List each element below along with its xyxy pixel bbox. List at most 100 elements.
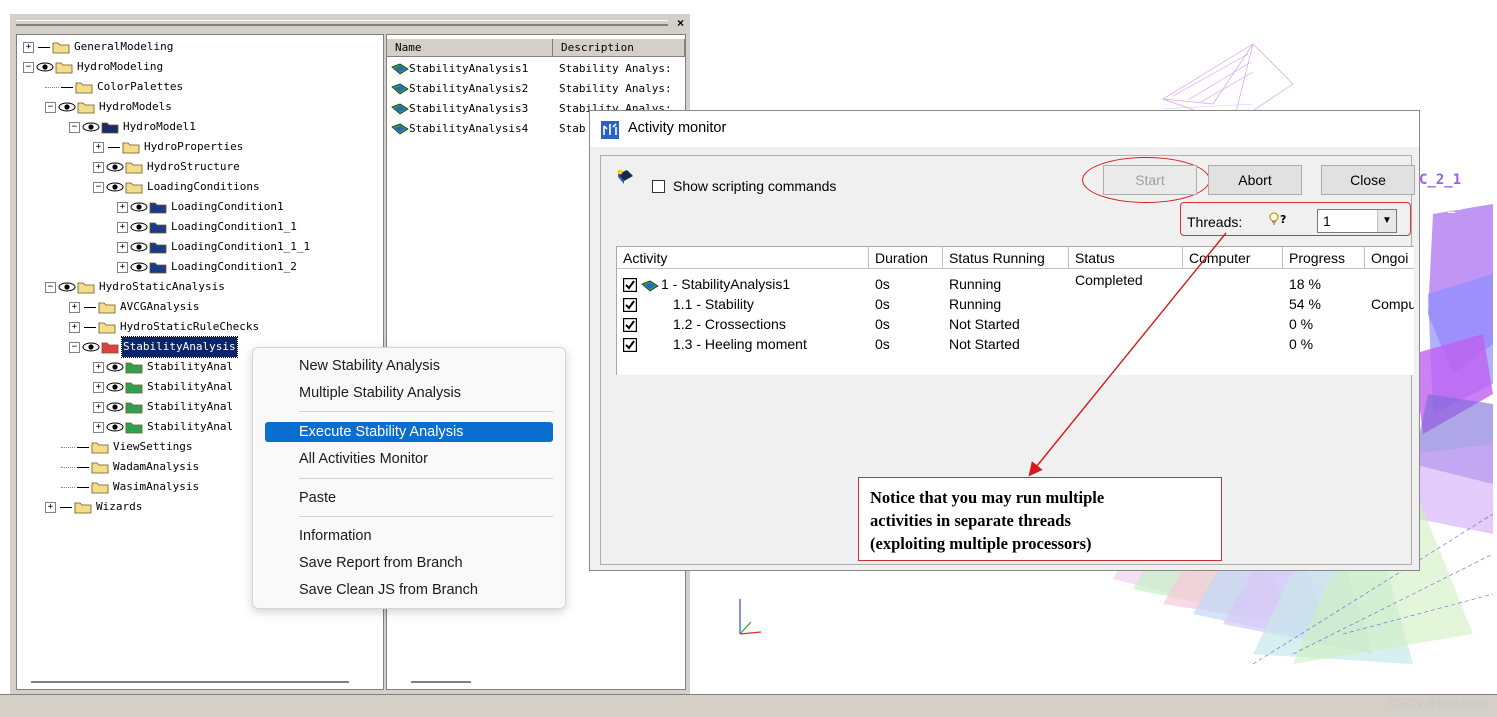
hidden-dash-icon[interactable] [38,46,50,48]
tree-node[interactable]: − StabilityAnalysis [69,336,238,358]
close-icon[interactable]: × [677,15,684,31]
collapse-icon[interactable]: − [69,121,80,133]
expand-icon[interactable]: + [93,161,104,173]
menu-item-information[interactable]: Information [265,526,553,546]
grid-column-header[interactable]: Activity [617,247,869,269]
tree-node[interactable]: + LoadingCondition1_2 [117,257,298,277]
eye-icon[interactable] [36,62,54,72]
hidden-dash-icon[interactable] [84,306,96,308]
close-button[interactable]: Close [1321,165,1415,195]
eye-icon[interactable] [82,122,100,132]
tree-node[interactable]: − LoadingConditions [93,177,261,197]
hidden-dash-icon[interactable] [84,326,96,328]
eye-icon[interactable] [58,282,76,292]
list-item[interactable]: StabilityAnalysis1 Stability Analys: [391,59,672,79]
tree-node[interactable]: − HydroModel1 [69,117,197,137]
tree-node[interactable]: + StabilityAnal [93,377,234,397]
eye-icon[interactable] [130,202,148,212]
eye-icon[interactable] [106,162,124,172]
list-item[interactable]: StabilityAnalysis2 Stability Analys: [391,79,672,99]
tree-node[interactable]: ColorPalettes [45,77,184,97]
hidden-dash-icon[interactable] [60,506,72,508]
collapse-icon[interactable]: − [45,281,56,293]
horizontal-scrollbar[interactable] [31,681,349,683]
expand-icon[interactable]: + [93,401,104,413]
grid-column-header[interactable]: Computer [1183,247,1283,269]
grid-column-header[interactable]: Ongoi [1365,247,1414,269]
expand-icon[interactable]: + [69,301,80,313]
bulb-help-icon[interactable]: ? [1268,211,1290,230]
tree-node[interactable]: + HydroStructure [93,157,241,177]
eye-icon[interactable] [106,362,124,372]
menu-item-execute-stability-analysis[interactable]: Execute Stability Analysis [265,422,553,442]
grid-column-header[interactable]: Status Running [943,247,1069,269]
collapse-icon[interactable]: − [45,101,56,113]
explorer-titlebar[interactable]: × [10,14,690,32]
tree-node[interactable]: − HydroModels [45,97,173,117]
list-item[interactable]: StabilityAnalysis4 Stab [391,119,586,139]
expand-icon[interactable]: + [93,141,104,153]
expand-icon[interactable]: + [117,241,128,253]
grid-column-header[interactable]: Status Completed [1069,247,1183,288]
tree-node[interactable]: + Wizards [45,497,143,517]
row-checkbox[interactable] [622,337,638,357]
expand-icon[interactable]: + [117,201,128,213]
tree-node[interactable]: + LoadingCondition1 [117,197,285,217]
tree-node[interactable]: + LoadingCondition1_1_1 [117,237,311,257]
expand-icon[interactable]: + [93,381,104,393]
eye-icon[interactable] [58,102,76,112]
expand-icon[interactable]: + [69,321,80,333]
eye-icon[interactable] [106,182,124,192]
tree-node[interactable]: + StabilityAnal [93,417,234,437]
eye-icon[interactable] [106,422,124,432]
activity-grid[interactable]: Activity Duration Status Running Status Com… [616,246,1414,375]
eye-icon[interactable] [130,222,148,232]
horizontal-scrollbar[interactable] [411,681,471,683]
column-header-name[interactable]: Name [387,39,553,57]
hidden-dash-icon[interactable] [77,486,89,488]
tree-node[interactable]: WadamAnalysis [61,457,200,477]
list-item[interactable]: StabilityAnalysis3 Stability Analys: [391,99,672,119]
tree-node[interactable]: + GeneralModeling [23,37,174,57]
collapse-icon[interactable]: − [93,181,104,193]
eye-icon[interactable] [130,242,148,252]
eye-icon[interactable] [106,402,124,412]
row-checkbox[interactable] [622,277,638,297]
tree-node[interactable]: ViewSettings [61,437,193,457]
abort-button[interactable]: Abort [1208,165,1302,195]
eye-icon[interactable] [106,382,124,392]
menu-item-all-activities-monitor[interactable]: All Activities Monitor [265,449,553,469]
expand-icon[interactable]: + [93,421,104,433]
tree-node[interactable]: + StabilityAnal [93,357,234,377]
tree-node[interactable]: − HydroStaticAnalysis [45,277,226,297]
start-button[interactable]: Start [1103,165,1197,195]
tree-node[interactable]: + LoadingCondition1_1 [117,217,298,237]
tree-node[interactable]: + HydroProperties [93,137,244,157]
chevron-down-icon[interactable]: ▼ [1377,210,1396,232]
hidden-dash-icon[interactable] [108,146,120,148]
collapse-icon[interactable]: − [23,61,34,73]
tree-node[interactable]: + HydroStaticRuleChecks [69,317,260,337]
menu-item-multiple-stability-analysis[interactable]: Multiple Stability Analysis [265,383,553,403]
expand-icon[interactable]: + [117,221,128,233]
row-checkbox[interactable] [622,297,638,317]
expand-icon[interactable]: + [45,501,56,513]
show-scripting-checkbox[interactable] [652,180,665,193]
eye-icon[interactable] [82,342,100,352]
tree-node[interactable]: − HydroModeling [23,57,164,77]
expand-icon[interactable]: + [93,361,104,373]
menu-item-new-stability-analysis[interactable]: New Stability Analysis [265,356,553,376]
menu-item-paste[interactable]: Paste [265,488,553,508]
row-checkbox[interactable] [622,317,638,337]
tree-node[interactable]: WasimAnalysis [61,477,200,497]
expand-icon[interactable]: + [117,261,128,273]
grid-column-header[interactable]: Duration [869,247,943,269]
collapse-icon[interactable]: − [69,341,80,353]
tree-node[interactable]: + AVCGAnalysis [69,297,200,317]
hidden-dash-icon[interactable] [77,446,89,448]
hidden-dash-icon[interactable] [61,86,73,88]
threads-select[interactable]: 1 ▼ [1317,209,1397,233]
expand-icon[interactable]: + [23,41,34,53]
column-header-description[interactable]: Description [553,39,685,57]
dialog-titlebar[interactable]: Activity monitor [590,111,1419,147]
